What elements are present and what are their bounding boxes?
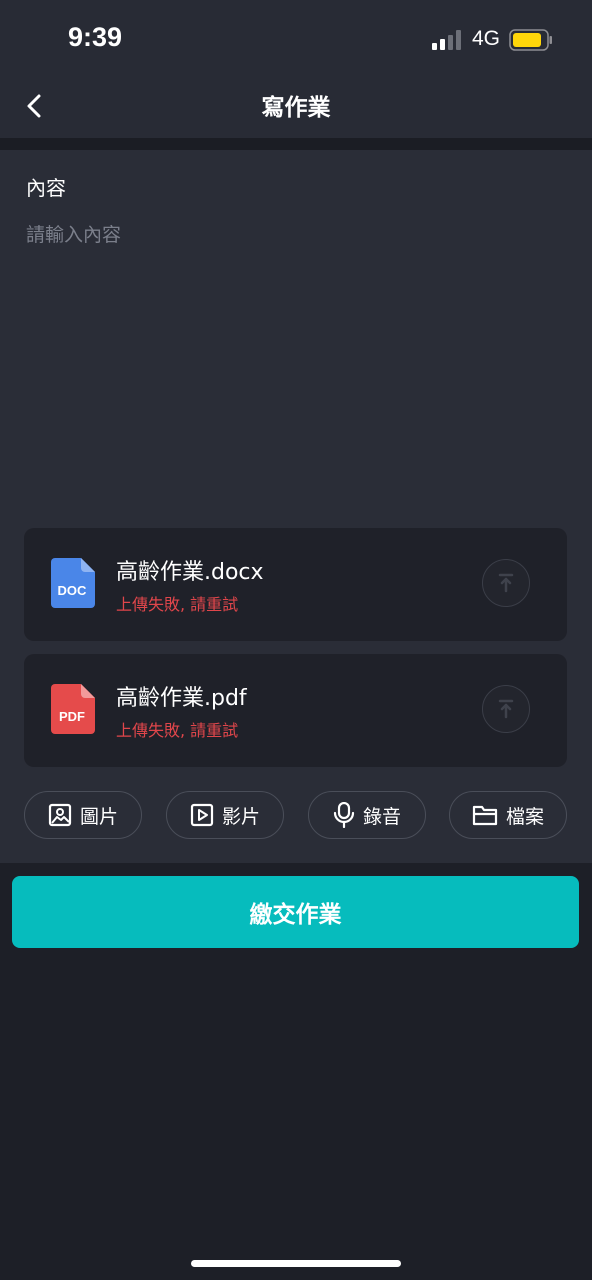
doc-file-icon: DOC: [51, 558, 95, 608]
home-indicator: [191, 1260, 401, 1267]
retry-upload-button[interactable]: [482, 559, 530, 607]
content-input[interactable]: [26, 220, 566, 520]
upload-icon: [498, 699, 514, 719]
pdf-file-icon: PDF: [51, 684, 95, 734]
doc-type-label: DOC: [58, 583, 88, 598]
submit-homework-label: 繳交作業: [249, 902, 342, 928]
content-label: 內容: [26, 176, 66, 200]
add-image-button[interactable]: 圖片: [24, 791, 142, 839]
status-time: 9:39: [68, 22, 123, 52]
microphone-icon: [333, 802, 355, 828]
folder-icon: [472, 805, 498, 826]
network-type: 4G: [472, 27, 501, 50]
add-video-label: 影片: [221, 805, 260, 828]
attachment-status: 上傳失敗, 請重試: [116, 721, 239, 740]
page-title: 寫作業: [261, 95, 331, 121]
pdf-type-label: PDF: [59, 709, 85, 724]
video-icon: [190, 803, 214, 827]
battery-icon: [509, 29, 552, 51]
add-file-label: 檔案: [505, 805, 544, 828]
homework-editor: 內容 DOC 高齡作業.docx 上傳失敗, 請重試 PDF 高齡作業.pdf …: [0, 150, 592, 863]
signal-strength-icon: [432, 30, 461, 50]
attachment-name: 高齡作業.docx: [116, 560, 264, 585]
nav-divider: [0, 138, 592, 150]
add-file-button[interactable]: 檔案: [449, 791, 567, 839]
add-recording-label: 錄音: [362, 805, 401, 828]
image-icon: [48, 803, 72, 827]
status-bar: 9:39 4G: [0, 0, 592, 76]
navigation-bar: 寫作業: [0, 76, 592, 138]
attachment-item[interactable]: PDF 高齡作業.pdf 上傳失敗, 請重試: [24, 654, 567, 767]
attachment-item[interactable]: DOC 高齡作業.docx 上傳失敗, 請重試: [24, 528, 567, 641]
add-recording-button[interactable]: 錄音: [308, 791, 426, 839]
retry-upload-button[interactable]: [482, 685, 530, 733]
attachment-name: 高齡作業.pdf: [116, 686, 247, 711]
add-video-button[interactable]: 影片: [166, 791, 284, 839]
submit-homework-button[interactable]: 繳交作業: [12, 876, 579, 948]
upload-icon: [498, 573, 514, 593]
attachment-status: 上傳失敗, 請重試: [116, 595, 239, 614]
add-image-label: 圖片: [79, 805, 118, 828]
